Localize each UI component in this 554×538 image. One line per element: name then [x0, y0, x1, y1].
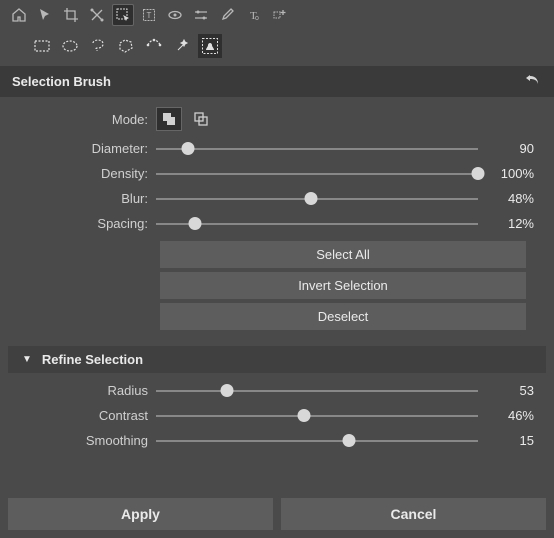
refine-title: Refine Selection: [42, 352, 143, 367]
density-slider[interactable]: [156, 171, 478, 177]
chevron-down-icon: ▼: [22, 354, 32, 365]
svg-text:o: o: [255, 15, 259, 22]
text-tool-icon[interactable]: T: [138, 4, 160, 26]
diameter-label: Diameter:: [0, 141, 156, 156]
smoothing-value[interactable]: 15: [488, 433, 534, 448]
magnetic-select-icon[interactable]: [142, 34, 166, 58]
pointer-icon[interactable]: [34, 4, 56, 26]
contrast-slider[interactable]: [156, 413, 478, 419]
invert-selection-button[interactable]: Invert Selection: [160, 272, 526, 299]
svg-text:T: T: [147, 11, 152, 20]
density-value[interactable]: 100%: [488, 166, 534, 181]
spacing-slider[interactable]: [156, 221, 478, 227]
visibility-icon[interactable]: [164, 4, 186, 26]
refine-settings: Radius 53 Contrast 46% Smoothing 15: [0, 383, 554, 464]
mode-subtract-button[interactable]: [188, 107, 214, 131]
brush-settings: Mode: Diameter: 90 Density: 100% Blur: 4…: [0, 97, 554, 340]
magic-wand-icon[interactable]: [170, 34, 194, 58]
refine-section-header[interactable]: ▼ Refine Selection: [8, 346, 546, 373]
bottom-bar: Apply Cancel: [0, 490, 554, 538]
smoothing-label: Smoothing: [0, 433, 156, 448]
crop-icon[interactable]: [60, 4, 82, 26]
eyedropper-icon[interactable]: [216, 4, 238, 26]
selection-brush-tool-icon[interactable]: [112, 4, 134, 26]
lasso-select-icon[interactable]: [86, 34, 110, 58]
panel-title: Selection Brush: [12, 74, 111, 89]
polygon-select-icon[interactable]: [114, 34, 138, 58]
selection-brush-icon[interactable]: [198, 34, 222, 58]
radius-label: Radius: [0, 383, 156, 398]
mode-label: Mode:: [0, 112, 156, 127]
contrast-value[interactable]: 46%: [488, 408, 534, 423]
contrast-label: Contrast: [0, 408, 156, 423]
add-tool-icon[interactable]: [268, 4, 290, 26]
select-all-button[interactable]: Select All: [160, 241, 526, 268]
deselect-button[interactable]: Deselect: [160, 303, 526, 330]
panel-header: Selection Brush: [0, 66, 554, 97]
cancel-button[interactable]: Cancel: [281, 498, 546, 530]
diameter-value[interactable]: 90: [488, 141, 534, 156]
rect-select-icon[interactable]: [30, 34, 54, 58]
mode-add-button[interactable]: [156, 107, 182, 131]
apply-button[interactable]: Apply: [8, 498, 273, 530]
smoothing-slider[interactable]: [156, 438, 478, 444]
radius-slider[interactable]: [156, 388, 478, 394]
spacing-label: Spacing:: [0, 216, 156, 231]
transform-icon[interactable]: [86, 4, 108, 26]
ellipse-select-icon[interactable]: [58, 34, 82, 58]
text-icon[interactable]: To: [242, 4, 264, 26]
home-icon[interactable]: [8, 4, 30, 26]
tools-toolbar: T To: [0, 0, 554, 30]
blur-slider[interactable]: [156, 196, 478, 202]
blur-label: Blur:: [0, 191, 156, 206]
diameter-slider[interactable]: [156, 146, 478, 152]
undo-icon[interactable]: [524, 72, 542, 91]
blur-value[interactable]: 48%: [488, 191, 534, 206]
radius-value[interactable]: 53: [488, 383, 534, 398]
spacing-value[interactable]: 12%: [488, 216, 534, 231]
selection-subtools: [0, 30, 554, 66]
density-label: Density:: [0, 166, 156, 181]
adjustments-icon[interactable]: [190, 4, 212, 26]
